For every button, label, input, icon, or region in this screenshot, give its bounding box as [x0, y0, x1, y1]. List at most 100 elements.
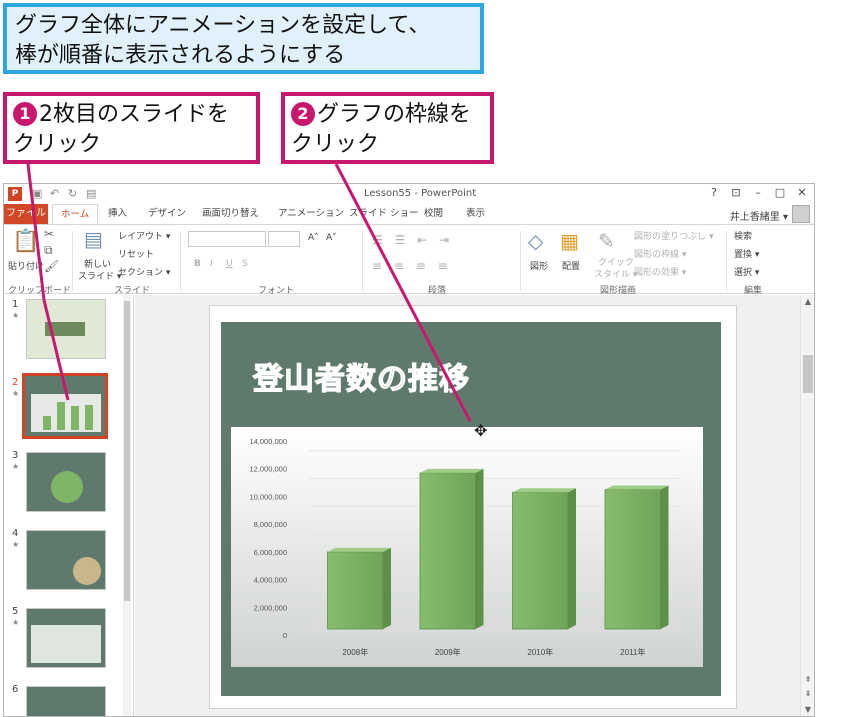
- chart-bar-top: [420, 468, 484, 473]
- find-button[interactable]: 検索: [734, 229, 752, 242]
- slide-thumbnail-1[interactable]: [26, 299, 106, 359]
- cut-icon[interactable]: ✂: [44, 227, 54, 241]
- font-size-down-button[interactable]: A˅: [326, 233, 337, 243]
- slide-thumbnail-6[interactable]: [26, 686, 106, 716]
- thumbnail-diagram: [51, 471, 83, 503]
- ribbon-separator: [180, 231, 181, 291]
- scroll-up-icon[interactable]: ▲: [801, 297, 814, 306]
- strike-button[interactable]: S: [242, 259, 248, 269]
- ribbon-separator: [726, 231, 727, 291]
- animation-star-icon: ★: [12, 389, 20, 398]
- quick-style-label-2[interactable]: スタイル ▾: [594, 267, 637, 280]
- thumbnail-table: [31, 625, 101, 663]
- underline-button[interactable]: U: [226, 259, 233, 269]
- undo-icon[interactable]: ↶: [50, 187, 59, 200]
- select-button[interactable]: 選択 ▾: [734, 265, 759, 278]
- scroll-down-icon[interactable]: ▼: [801, 705, 814, 714]
- font-name-select[interactable]: [188, 231, 266, 247]
- slide-number-3: 3: [12, 450, 19, 461]
- save-icon[interactable]: ▣: [32, 187, 42, 200]
- slide-thumbnail-2[interactable]: [22, 373, 108, 439]
- shape-label[interactable]: 図形: [530, 259, 548, 272]
- paste-icon[interactable]: 📋: [12, 229, 39, 254]
- chart-bar: [419, 472, 476, 630]
- editor-scroll-thumb[interactable]: [803, 355, 813, 393]
- tab-view[interactable]: 表示: [466, 204, 485, 224]
- slide-thumbnail-3[interactable]: [26, 452, 106, 512]
- copy-icon[interactable]: ⧉: [44, 243, 53, 258]
- reset-button[interactable]: リセット: [118, 247, 154, 260]
- chart-bar-top: [327, 547, 391, 552]
- shape-fill-button[interactable]: 図形の塗りつぶし ▾: [634, 229, 713, 242]
- redo-icon[interactable]: ↻: [68, 187, 77, 200]
- quick-style-icon[interactable]: ✎: [598, 229, 615, 253]
- chart-bar-top: [605, 485, 669, 490]
- title-bar: P ▣ ↶ ↻ ▤ Lesson55 - PowerPoint ? ⊡ – □ …: [4, 184, 814, 204]
- step-1-number: 1: [13, 102, 37, 126]
- bold-button[interactable]: B: [194, 259, 201, 269]
- arrange-icon[interactable]: ▦: [560, 229, 579, 253]
- new-slide-icon[interactable]: ▤: [84, 227, 103, 251]
- new-slide-label-2[interactable]: スライド ▾: [78, 269, 121, 282]
- tab-insert[interactable]: 挿入: [108, 204, 127, 224]
- chart-bar-side: [475, 468, 484, 629]
- font-size-select[interactable]: [268, 231, 300, 247]
- current-slide[interactable]: 登山者数の推移 0 2,000,000 4,000,000 6,000,000 8,00…: [221, 322, 721, 696]
- previous-slide-icon[interactable]: ⇞: [801, 675, 814, 684]
- next-slide-icon[interactable]: ⇟: [801, 689, 814, 698]
- y-tick-label: 2,000,000: [254, 603, 287, 612]
- y-tick-label: 0: [283, 631, 287, 640]
- tab-slideshow[interactable]: スライド ショー: [349, 204, 419, 224]
- y-tick-label: 4,000,000: [254, 576, 287, 585]
- font-size-up-button[interactable]: A˄: [308, 233, 319, 243]
- tab-design[interactable]: デザイン: [148, 204, 186, 224]
- minimize-button[interactable]: –: [748, 186, 768, 199]
- chart-bar-top: [512, 488, 576, 493]
- format-painter-icon[interactable]: 🖌: [44, 259, 59, 273]
- close-button[interactable]: ✕: [792, 186, 812, 199]
- maximize-button[interactable]: □: [770, 186, 790, 199]
- arrange-label[interactable]: 配置: [562, 259, 580, 272]
- x-category-label: 2010年: [527, 647, 553, 657]
- powerpoint-window: P ▣ ↶ ↻ ▤ Lesson55 - PowerPoint ? ⊡ – □ …: [3, 183, 815, 717]
- italic-button[interactable]: I: [210, 259, 213, 269]
- tab-review[interactable]: 校閲: [424, 204, 443, 224]
- tab-animations[interactable]: アニメーション: [278, 204, 344, 224]
- paste-label[interactable]: 貼り付け: [8, 259, 44, 272]
- help-button[interactable]: ?: [704, 186, 724, 199]
- align-icon[interactable]: ≡ ≡ ≡ ≡: [372, 259, 452, 273]
- ribbon-display-button[interactable]: ⊡: [726, 186, 746, 199]
- tab-home[interactable]: ホーム: [52, 204, 99, 224]
- user-name[interactable]: 井上香緒里 ▾: [730, 208, 788, 223]
- bullets-icon[interactable]: ☰ ☰ ⇤ ⇥: [372, 233, 453, 247]
- slide-title[interactable]: 登山者数の推移: [252, 354, 470, 398]
- animation-star-icon: ★: [12, 311, 20, 320]
- shape-effects-button[interactable]: 図形の効果 ▾: [634, 265, 686, 278]
- tab-file[interactable]: ファイル: [4, 204, 48, 224]
- start-slideshow-icon[interactable]: ▤: [86, 187, 96, 200]
- powerpoint-logo-icon[interactable]: P: [8, 187, 22, 201]
- y-tick-label: 12,000,000: [249, 465, 287, 474]
- section-button[interactable]: セクション ▾: [118, 265, 170, 278]
- slide-thumbnail-4[interactable]: [26, 530, 106, 590]
- tab-transitions[interactable]: 画面切り替え: [202, 204, 259, 224]
- x-category-label: 2009年: [435, 647, 461, 657]
- editor-scrollbar[interactable]: ▲ ⇞ ⇟ ▼: [800, 295, 814, 716]
- chart-bar: [327, 551, 384, 630]
- chart-bar-side: [660, 485, 669, 629]
- chart-bar: [512, 491, 569, 630]
- shape-outline-button[interactable]: 図形の枠線 ▾: [634, 247, 686, 260]
- panel-scroll-thumb[interactable]: [124, 301, 130, 601]
- step-2-line-1: グラフの枠線を: [317, 102, 472, 127]
- ribbon: 📋 貼り付け ✂ ⧉ 🖌 クリップボード ▤ 新しい スライド ▾ レイアウト …: [4, 224, 814, 296]
- instruction-line-1: グラフ全体にアニメーションを設定して、: [15, 13, 431, 38]
- shapes-icon[interactable]: ◇: [528, 229, 543, 253]
- mouse-cursor-icon: ✥: [474, 421, 488, 440]
- y-tick-label: 8,000,000: [254, 520, 287, 529]
- slide-thumbnail-5[interactable]: [26, 608, 106, 668]
- replace-button[interactable]: 置換 ▾: [734, 247, 759, 260]
- bar-chart[interactable]: 0 2,000,000 4,000,000 6,000,000 8,000,000 10,…: [231, 427, 703, 667]
- animation-star-icon: ★: [12, 462, 20, 471]
- avatar[interactable]: [792, 205, 810, 223]
- layout-button[interactable]: レイアウト ▾: [118, 229, 170, 242]
